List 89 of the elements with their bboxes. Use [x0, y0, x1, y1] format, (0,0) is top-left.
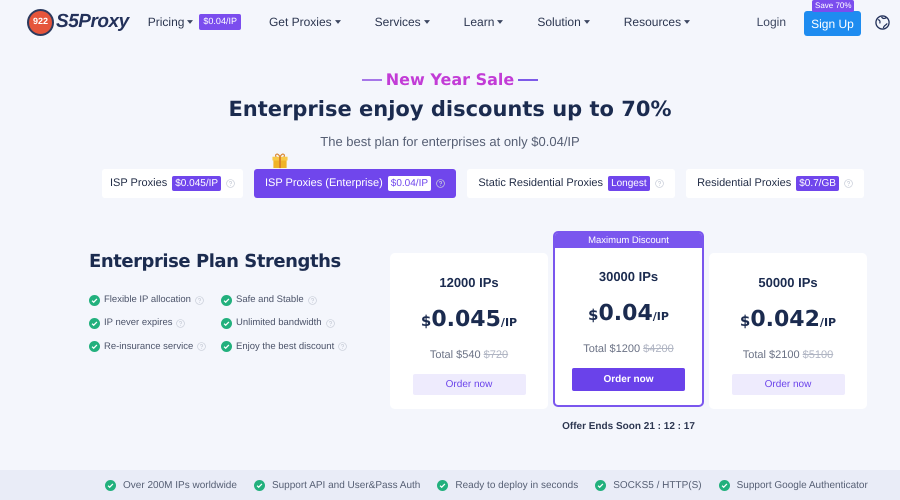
price-unit: /IP [652, 308, 669, 324]
logo-text: S5Proxy [56, 10, 129, 34]
feature-text: Flexible IP allocation [104, 293, 191, 307]
tab-button[interactable]: ISP Proxies (Enterprise) $0.04/IP [254, 169, 456, 198]
feature-text: Support Google Authenticator [736, 478, 868, 492]
nav-menu[interactable]: Solution [537, 10, 590, 34]
feature-text: Unlimited bandwidth [236, 316, 322, 330]
price-badge: $0.04/IP [199, 14, 241, 30]
check-icon [437, 480, 448, 490]
nav-menu[interactable]: Pricing [148, 10, 194, 34]
nav-menu[interactable]: Services [374, 10, 430, 34]
nav-menu[interactable]: Learn [464, 10, 504, 34]
globe-icon[interactable] [875, 14, 890, 30]
caret-icon [584, 20, 590, 24]
check-icon [89, 341, 100, 352]
caret-icon [187, 20, 194, 24]
help-icon [338, 342, 348, 352]
old-price: $5100 [802, 348, 834, 362]
feature-text: SOCKS5 / HTTP(S) [613, 478, 702, 492]
plan-price: 0.04 [598, 300, 653, 328]
check-icon [595, 480, 606, 490]
order-button[interactable]: Order now [572, 368, 685, 391]
plan-ips: 50000 IPs [758, 274, 818, 292]
help-icon [194, 296, 204, 305]
tab-badge: Longest [608, 176, 650, 191]
login-link[interactable]: Login [756, 13, 786, 31]
help-icon [197, 342, 206, 352]
hero-title: Enterprise enjoy discounts up to 70% [228, 96, 672, 123]
price-unit: /IP [500, 314, 518, 330]
help-icon [176, 318, 186, 328]
help-icon [226, 179, 236, 188]
tab-label: ISP Proxies (Enterprise) [264, 176, 383, 192]
tab-badge: $0.045/IP [172, 176, 222, 191]
old-price: $4200 [643, 342, 674, 356]
old-price: $720 [484, 348, 508, 362]
plan-ips: 12000 IPs [439, 274, 499, 292]
logo-badge: 922 [27, 8, 54, 36]
plan-ips: 30000 IPs [598, 268, 658, 286]
feature-text: Enjoy the best discount [236, 340, 334, 354]
help-icon [436, 179, 446, 188]
check-icon [254, 480, 265, 490]
plan-total: Total $2100 [742, 348, 800, 362]
tab-button[interactable]: Static Residential Proxies Longest [467, 169, 675, 198]
check-icon [89, 294, 100, 306]
help-icon [654, 179, 664, 188]
caret-icon [424, 20, 430, 24]
check-icon [89, 318, 100, 329]
ribbon-label: Maximum Discount [555, 233, 702, 248]
plan-total: Total $540 [430, 348, 481, 362]
tab-label: Residential Proxies [697, 176, 792, 192]
tab-label: Static Residential Proxies [478, 176, 604, 192]
feature-text: Ready to deploy in seconds [455, 478, 578, 492]
help-icon [308, 296, 317, 305]
hero-subtitle: The best plan for enterprises at only $0.04/IP [320, 132, 580, 151]
feature-text: Support API and User&Pass Auth [272, 478, 420, 492]
currency-sign: $ [588, 304, 598, 326]
plan-price: 0.042 [750, 306, 820, 334]
tab-badge: $0.7/GB [796, 176, 839, 191]
countdown-text: Offer Ends Soon 21 : 12 : 17 [561, 420, 696, 434]
caret-icon [497, 20, 504, 24]
feature-text: IP never expires [104, 316, 172, 330]
currency-sign: $ [420, 310, 432, 332]
section-title: Enterprise Plan Strengths [89, 250, 342, 274]
help-icon [326, 318, 335, 328]
order-button[interactable]: Order now [732, 374, 844, 395]
tab-button[interactable]: ISP Proxies $0.045/IP [102, 169, 243, 198]
feature-text: Safe and Stable [236, 293, 304, 307]
check-icon [105, 480, 116, 490]
check-icon [221, 341, 232, 352]
order-button[interactable]: Order now [412, 374, 526, 395]
plan-total: Total $1200 [583, 342, 640, 356]
caret-icon [334, 20, 341, 24]
tab-badge: $0.04/IP [388, 176, 432, 191]
check-icon [221, 294, 232, 306]
nav-menu[interactable]: Resources [624, 10, 690, 34]
caret-icon [684, 20, 690, 24]
tab-label: ISP Proxies [110, 176, 168, 192]
help-icon [844, 179, 853, 188]
plan-price: 0.045 [431, 306, 501, 334]
feature-text: Over 200M IPs worldwide [123, 478, 237, 492]
check-icon [221, 318, 232, 329]
price-unit: /IP [820, 314, 836, 330]
check-icon [718, 480, 730, 490]
tab-button[interactable]: Residential Proxies $0.7/GB [686, 169, 864, 198]
currency-sign: $ [740, 310, 750, 332]
discount-badge: Save 70% [812, 0, 854, 12]
sale-title: New Year Sale [386, 69, 514, 91]
nav-menu[interactable]: Get Proxies [268, 10, 341, 34]
feature-text: Re-insurance service [104, 340, 194, 354]
